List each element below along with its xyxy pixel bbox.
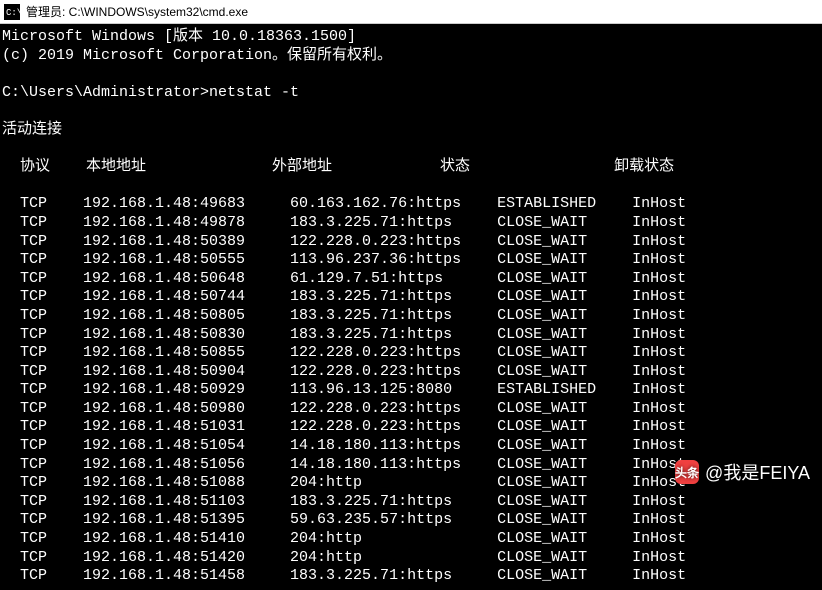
prompt-path: C:\Users\Administrator> <box>2 84 209 101</box>
copyright-line: (c) 2019 Microsoft Corporation。保留所有权利。 <box>2 47 392 64</box>
cmd-icon: C:\ <box>4 4 20 20</box>
watermark-text: @我是FEIYA <box>705 459 810 485</box>
terminal-output[interactable]: Microsoft Windows [版本 10.0.18363.1500] (… <box>0 24 822 590</box>
section-title: 活动连接 <box>2 121 62 138</box>
table-body: TCP 192.168.1.48:49683 60.163.162.76:htt… <box>2 195 686 584</box>
svg-text:C:\: C:\ <box>6 8 20 18</box>
table-header: 协议 本地地址 外部地址 状态 卸载状态 <box>2 158 674 175</box>
window-titlebar[interactable]: C:\ 管理员: C:\WINDOWS\system32\cmd.exe <box>0 0 822 24</box>
window-title: 管理员: C:\WINDOWS\system32\cmd.exe <box>26 3 248 20</box>
watermark: 头条 @我是FEIYA <box>675 459 810 485</box>
version-line: Microsoft Windows [版本 10.0.18363.1500] <box>2 28 356 45</box>
command-text: netstat -t <box>209 84 299 101</box>
toutiao-logo-icon: 头条 <box>675 460 699 484</box>
